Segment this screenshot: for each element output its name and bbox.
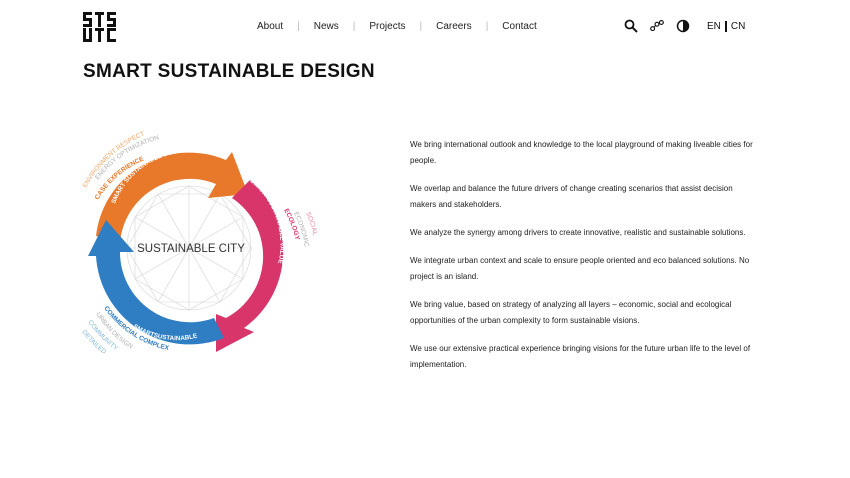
language-switch: EN CN — [707, 21, 745, 32]
paragraph: We analyze the synergy among drivers to … — [410, 228, 746, 237]
diagram-center-label: SUSTAINABLE CITY — [137, 243, 245, 255]
paragraph: We bring value, based on strategy of ana… — [410, 300, 732, 325]
nav-separator: | — [352, 21, 356, 32]
page-title: SMART SUSTAINABLE DESIGN — [83, 61, 375, 82]
lang-cn[interactable]: CN — [731, 21, 745, 32]
intro-text: We bring international outlook and knowl… — [410, 137, 760, 385]
nav-about[interactable]: About — [257, 21, 283, 32]
sustainable-city-diagram: SUSTAINABLE CITY SMART SUSTAINABLE DESIG… — [80, 130, 318, 355]
paragraph: We use our extensive practical experienc… — [410, 344, 751, 369]
toolbar — [624, 19, 690, 33]
nav-news[interactable]: News — [314, 21, 339, 32]
paragraph: We overlap and balance the future driver… — [410, 184, 733, 209]
nav-careers[interactable]: Careers — [436, 21, 472, 32]
nav-contact[interactable]: Contact — [502, 21, 536, 32]
main-nav: About | News | Projects | Careers | Cont… — [257, 21, 537, 32]
paragraph: We bring international outlook and knowl… — [410, 140, 753, 165]
search-icon[interactable] — [624, 19, 638, 33]
lang-divider — [724, 21, 727, 32]
contrast-icon[interactable] — [676, 19, 690, 33]
lang-en[interactable]: EN — [707, 21, 721, 32]
share-icon[interactable] — [650, 19, 664, 33]
nav-projects[interactable]: Projects — [369, 21, 405, 32]
nav-separator: | — [419, 21, 423, 32]
studio-logo[interactable] — [83, 12, 117, 42]
nav-separator: | — [485, 21, 489, 32]
nav-separator: | — [297, 21, 300, 32]
paragraph: We integrate urban context and scale to … — [410, 256, 750, 281]
